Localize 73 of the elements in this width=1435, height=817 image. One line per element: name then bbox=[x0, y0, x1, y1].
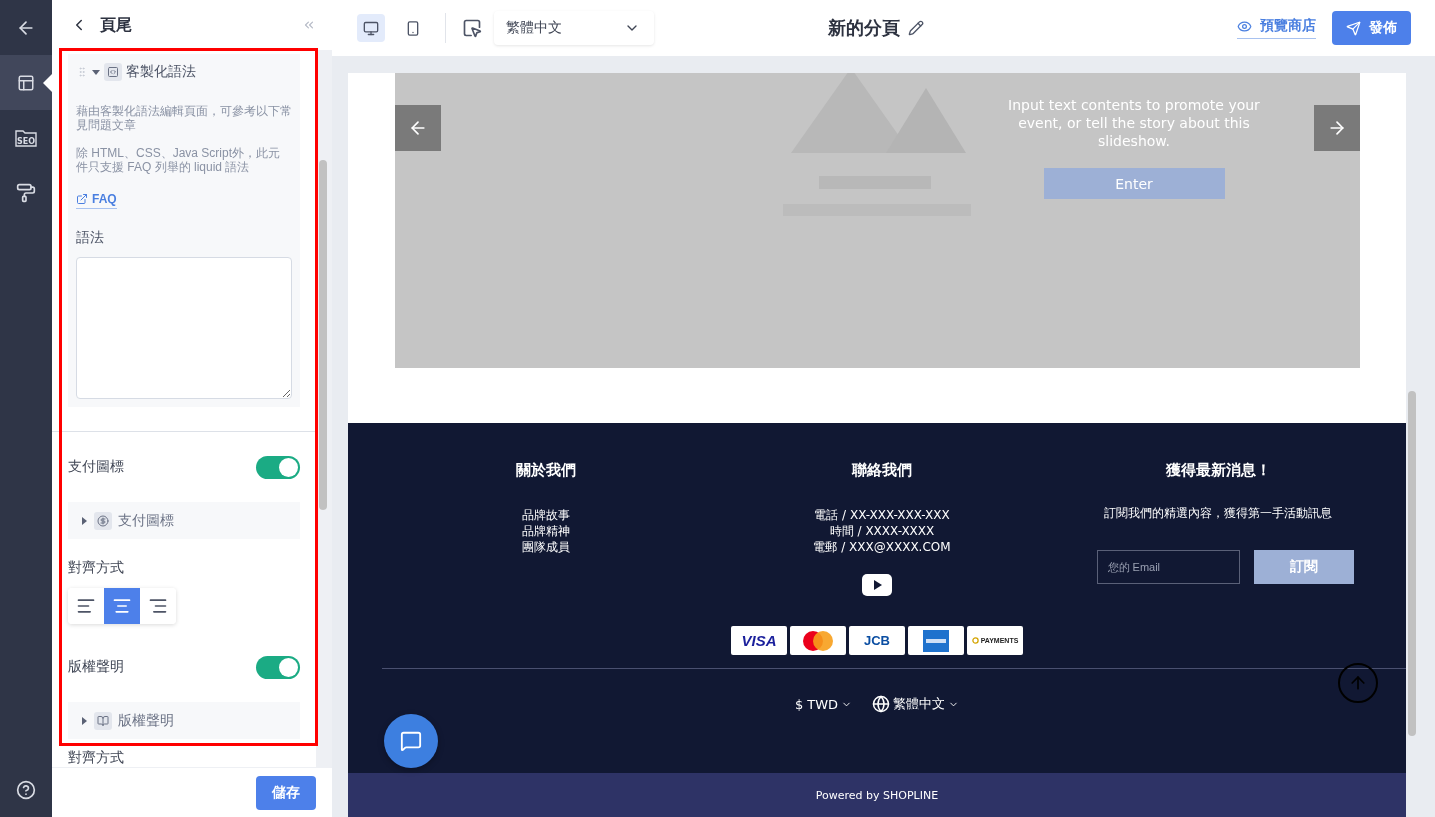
drag-handle-icon[interactable] bbox=[76, 66, 88, 78]
book-icon bbox=[94, 711, 112, 730]
globe-icon bbox=[872, 695, 891, 713]
card-logo-badge bbox=[908, 626, 964, 655]
language-dropdown[interactable]: 繁體中文 bbox=[872, 695, 960, 713]
paint-roller-icon bbox=[16, 182, 36, 203]
seo-icon: SEO bbox=[15, 128, 37, 147]
footer-heading: 關於我們 bbox=[516, 461, 576, 481]
preview-link[interactable]: 預覽商店 bbox=[1237, 17, 1316, 39]
toggle-switch[interactable] bbox=[256, 455, 300, 479]
previous-slide-button[interactable] bbox=[395, 105, 441, 151]
email-field[interactable]: 您的 Email bbox=[1096, 550, 1240, 584]
slide-text: Input text contents to promote your event, or tell the story about this slideshow. bbox=[1007, 96, 1261, 150]
select-tool-icon[interactable] bbox=[462, 18, 482, 38]
video-play-icon[interactable] bbox=[862, 574, 892, 596]
next-slide-button[interactable] bbox=[1314, 105, 1360, 151]
scrollbar-thumb[interactable] bbox=[1408, 391, 1416, 736]
dropdown-value: 繁體中文 bbox=[506, 19, 562, 37]
dollar-coin-icon bbox=[94, 511, 112, 530]
jcb-badge: JCB bbox=[849, 626, 905, 655]
caret-down-icon[interactable] bbox=[92, 68, 100, 76]
help-text: 除 HTML、CSS、Java Script外，此元件只支援 FAQ 列舉的 liquid 語法 bbox=[76, 146, 282, 174]
align-lines-icon bbox=[112, 596, 132, 616]
code-icon bbox=[104, 63, 122, 81]
align-lines-icon bbox=[148, 596, 168, 616]
footer-link[interactable]: 品牌精神 bbox=[522, 523, 570, 539]
toggle-switch[interactable] bbox=[256, 655, 300, 679]
setting-label: 支付圖標 bbox=[68, 458, 124, 476]
powered-by-text: Powered by SHOPLINE bbox=[815, 788, 939, 802]
edit-icon[interactable] bbox=[907, 20, 924, 36]
setting-label: 對齊方式 bbox=[68, 559, 125, 577]
caret-right-icon[interactable] bbox=[80, 716, 88, 725]
code-field[interactable] bbox=[76, 257, 292, 399]
visa-badge: VISA bbox=[731, 626, 787, 655]
footer-heading: 聯絡我們 bbox=[852, 461, 912, 481]
contact-text: 時間 / XXXX-XXXX bbox=[829, 523, 935, 539]
section-title: 客製化語法 bbox=[126, 63, 196, 81]
caret-right-icon[interactable] bbox=[80, 516, 88, 525]
panel-title: 頁尾 bbox=[100, 14, 133, 35]
external-link-icon bbox=[76, 193, 88, 205]
help-icon bbox=[16, 779, 36, 800]
faq-link[interactable]: FAQ bbox=[76, 192, 117, 209]
phone-icon bbox=[405, 19, 421, 37]
save-button[interactable]: 儲存 bbox=[256, 775, 316, 810]
desktop-view-button[interactable] bbox=[357, 14, 385, 42]
align-center-button[interactable] bbox=[104, 588, 140, 624]
field-label: 語法 bbox=[76, 229, 105, 247]
rail-item[interactable]: SEO bbox=[0, 110, 52, 165]
contact-text: 電話 / XX-XXX-XXX-XXX bbox=[814, 507, 950, 523]
chat-bubble-icon bbox=[400, 730, 422, 752]
eye-icon bbox=[1237, 18, 1252, 34]
currency-dropdown[interactable]: $ TWD bbox=[794, 695, 853, 713]
footer-link[interactable]: 品牌故事 bbox=[522, 507, 570, 523]
align-lines-icon bbox=[76, 596, 96, 616]
footer-link[interactable]: 團隊成員 bbox=[522, 539, 570, 555]
collapsible-group[interactable]: 版權聲明 bbox=[68, 702, 300, 739]
layout-icon bbox=[17, 73, 35, 92]
publish-button[interactable]: 發佈 bbox=[1332, 11, 1411, 45]
setting-label: 對齊方式 bbox=[68, 749, 125, 767]
help-text: 藉由客製化語法編輯頁面，可參考以下常見問題文章 bbox=[76, 104, 292, 132]
language-dropdown[interactable]: 繁體中文 bbox=[494, 11, 654, 45]
align-left-button[interactable] bbox=[68, 588, 104, 624]
newsletter-text: 訂閱我們的精選內容，獲得第一手活動訊息 bbox=[1104, 505, 1332, 522]
monitor-icon bbox=[363, 19, 379, 37]
page-title: 新的分頁 bbox=[827, 17, 900, 40]
align-right-button[interactable] bbox=[140, 588, 176, 624]
contact-text: 電郵 / XXX@XXXX.COM bbox=[813, 539, 951, 555]
setting-label: 版權聲明 bbox=[68, 658, 124, 676]
collapsible-group[interactable]: 支付圖標 bbox=[68, 502, 300, 539]
send-icon bbox=[1346, 20, 1361, 36]
footer-heading: 獲得最新消息！ bbox=[1165, 461, 1271, 481]
scrollbar-thumb[interactable] bbox=[319, 160, 327, 510]
card-logo-badge bbox=[790, 626, 846, 655]
